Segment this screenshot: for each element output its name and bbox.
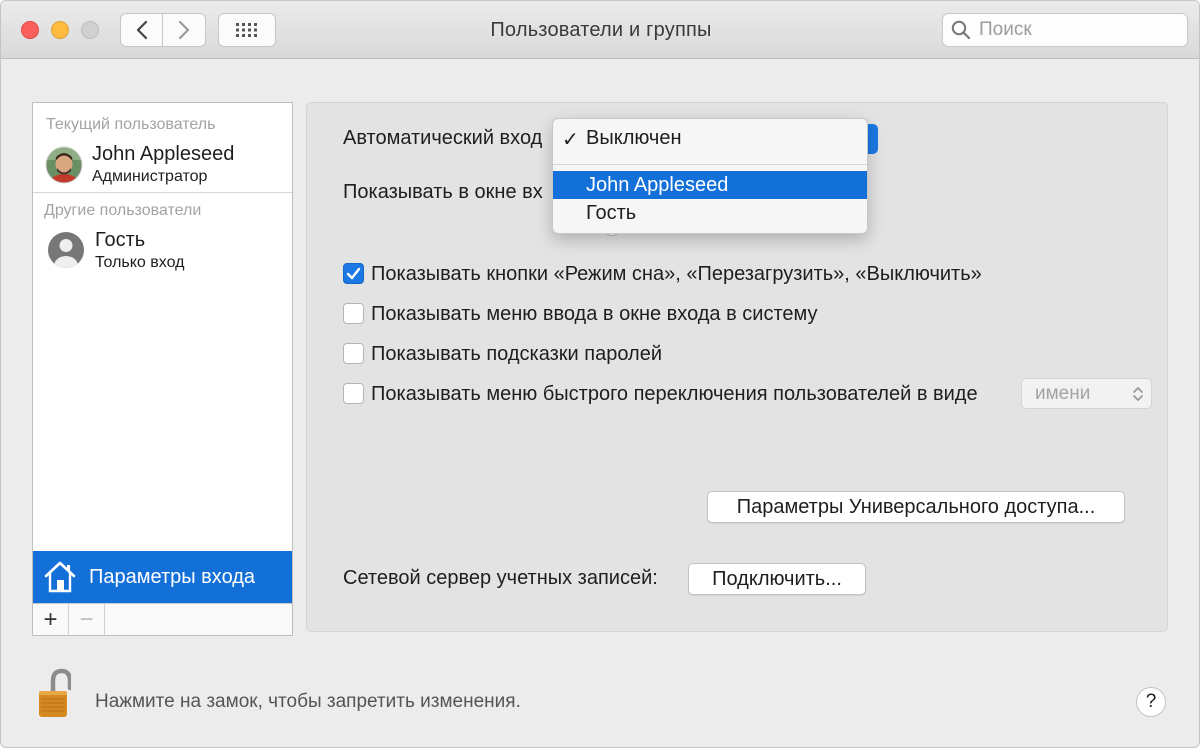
show-password-hints-checkbox[interactable] [343,343,364,364]
menu-item-guest[interactable]: Гость [553,199,867,227]
menu-separator [553,164,867,165]
plus-icon: + [43,605,58,633]
user-row-guest[interactable]: Гость Только вход [33,225,292,275]
lock-hint-text: Нажмите на замок, чтобы запретить измене… [95,691,521,712]
titlebar: Пользователи и группы [1,1,1199,59]
show-sleep-restart-shutdown-checkbox[interactable] [343,263,364,284]
remove-user-button[interactable]: − [69,604,105,635]
menu-item-off-label: Выключен [586,127,682,149]
chevron-right-icon [178,20,190,40]
user-row-current[interactable]: John Appleseed Администратор [33,141,292,191]
add-user-button[interactable]: + [33,604,69,635]
fast-switch-style-select[interactable]: имени [1021,378,1152,409]
forward-button[interactable] [162,13,206,47]
minimize-window-button[interactable] [51,21,69,39]
menu-item-john-appleseed[interactable]: John Appleseed [553,171,867,199]
sidebar-footer: + − [33,603,292,635]
auto-login-dropdown-menu: ✓ Выключен John Appleseed Гость [552,118,868,234]
preferences-window: Пользователи и группы Текущий пользовате… [0,0,1200,748]
guest-user-role: Только вход [95,254,185,271]
up-down-arrows-icon [1133,387,1143,401]
window-title: Пользователи и группы [490,19,712,41]
connect-button[interactable]: Подключить... [688,563,866,595]
current-user-section-label: Текущий пользователь [46,116,216,133]
fast-switch-style-value: имени [1035,382,1091,404]
current-user-name: John Appleseed [92,143,235,165]
show-password-hints-label: Показывать подсказки паролей [371,343,662,365]
help-button[interactable]: ? [1136,687,1166,717]
show-all-button[interactable] [218,13,276,47]
accessibility-options-button[interactable]: Параметры Универсального доступа... [707,491,1125,523]
menu-item-guest-label: Гость [586,202,637,224]
question-mark-icon: ? [1145,691,1157,712]
minus-icon: − [79,605,94,633]
current-user-role: Администратор [92,168,208,185]
back-button[interactable] [120,13,163,47]
sidebar-item-login-options[interactable]: Параметры входа [33,551,292,603]
guest-user-name: Гость [95,229,146,251]
search-field[interactable] [942,13,1188,47]
login-options-label: Параметры входа [89,565,256,588]
search-input[interactable] [979,19,1179,41]
house-icon [44,561,76,593]
users-sidebar: Текущий пользователь John Appleseed Адми… [32,102,293,636]
search-icon [951,20,971,40]
show-input-menu-checkbox[interactable] [343,303,364,324]
other-users-section-label: Другие пользователи [44,202,202,219]
guest-user-icon [48,232,84,268]
menu-item-off[interactable]: ✓ Выключен [553,124,867,152]
show-input-menu-label: Показывать меню ввода в окне входа в сис… [371,303,818,325]
zoom-window-button[interactable] [81,21,99,39]
show-fast-user-switching-label: Показывать меню быстрого переключения по… [371,383,978,405]
show-sleep-restart-shutdown-label: Показывать кнопки «Режим сна», «Перезагр… [371,263,982,285]
grid-icon [236,23,257,37]
menu-item-john-appleseed-label: John Appleseed [586,174,729,196]
section-divider [33,192,292,193]
unlocked-padlock-icon[interactable] [37,667,71,719]
show-fast-user-switching-checkbox[interactable] [343,383,364,404]
show-in-login-window-label: Показывать в окне вх [343,181,543,203]
checkmark-icon [346,267,361,280]
checkmark-icon: ✓ [562,129,579,151]
network-account-server-label: Сетевой сервер учетных записей: [343,567,658,589]
close-window-button[interactable] [21,21,39,39]
chevron-left-icon [136,20,147,40]
avatar [45,146,83,184]
auto-login-label: Автоматический вход [343,127,543,149]
